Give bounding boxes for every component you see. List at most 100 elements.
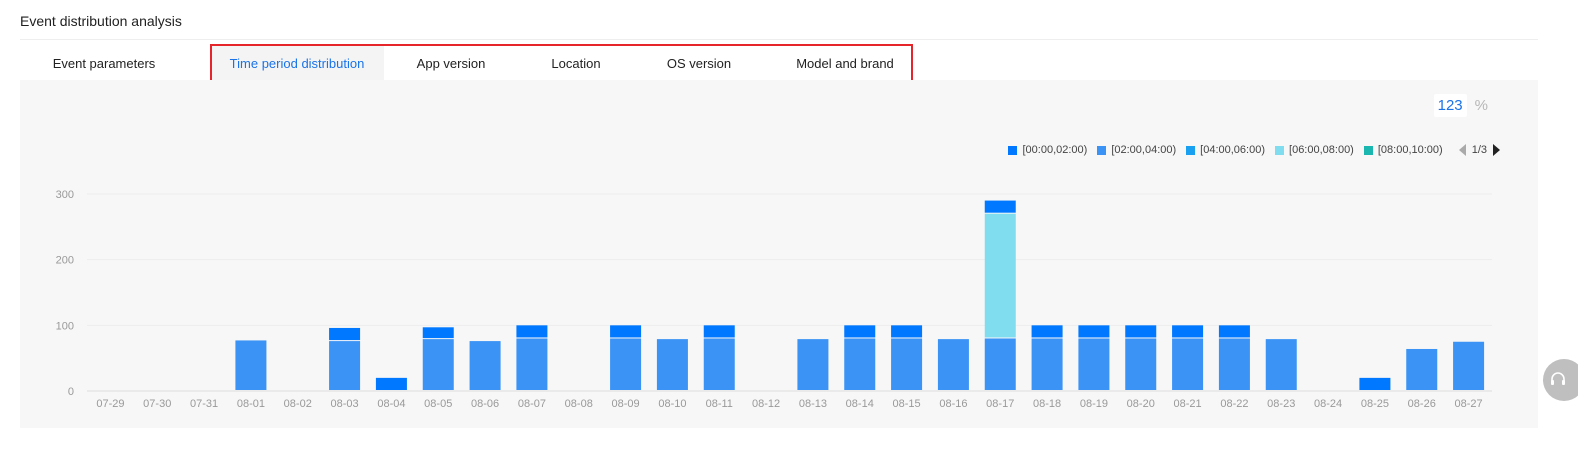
x-tick-label: 08-03 [331, 398, 359, 410]
tab-bar: Event parameters Time period distributio… [20, 45, 1538, 80]
legend-swatch [1186, 145, 1196, 155]
y-tick-label: 100 [56, 320, 74, 332]
legend-pager: 1/3 [1458, 144, 1500, 156]
bar-segment[interactable] [422, 327, 454, 339]
legend-swatch [1275, 145, 1285, 155]
x-tick-label: 08-14 [846, 398, 874, 410]
bar-segment[interactable] [1265, 339, 1297, 390]
x-tick-label: 08-04 [377, 398, 405, 410]
bar-segment[interactable] [891, 325, 923, 338]
x-tick-label: 08-16 [939, 398, 967, 410]
legend-item[interactable]: [04:00,06:00) [1186, 144, 1265, 156]
bar-segment[interactable] [984, 213, 1016, 338]
tab-location[interactable]: Location [525, 45, 627, 80]
bar-segment[interactable] [1406, 348, 1438, 390]
chart-panel: 0 100 200 300 07-29 07-30 07-31 08-01 08-02 08-03… [20, 80, 1538, 428]
y-tick-label: 200 [56, 255, 74, 267]
bar-segment[interactable] [610, 338, 642, 390]
legend-prev-icon[interactable] [1458, 144, 1466, 156]
bar-segment[interactable] [1218, 325, 1250, 338]
x-tick-label: 07-30 [143, 398, 171, 410]
bar-segment[interactable] [329, 341, 361, 390]
absolute-value-toggle[interactable]: 123 [1433, 94, 1467, 117]
bar-segment[interactable] [1218, 338, 1250, 390]
legend-label: [04:00,06:00) [1200, 144, 1266, 156]
x-tick-label: 08-12 [752, 398, 780, 410]
x-tick-label: 08-10 [658, 398, 686, 410]
bar-segment[interactable] [703, 338, 735, 390]
bar-segment[interactable] [984, 200, 1016, 213]
legend-swatch [1097, 145, 1107, 155]
headset-icon [1551, 372, 1565, 385]
legend-swatch [1008, 145, 1018, 155]
bar-segment[interactable] [1078, 325, 1110, 338]
legend-label: [02:00,04:00) [1111, 144, 1177, 156]
percentage-toggle[interactable]: % [1475, 97, 1488, 114]
bar-segment[interactable] [235, 340, 267, 390]
y-tick-label: 0 [68, 386, 74, 398]
legend-next-icon[interactable] [1493, 144, 1500, 156]
bar-segment[interactable] [891, 338, 923, 390]
legend-swatch [1363, 145, 1373, 155]
bar-segment[interactable] [1359, 377, 1391, 390]
legend-label: [06:00,08:00) [1289, 144, 1354, 156]
legend-item[interactable]: [02:00,04:00) [1097, 144, 1176, 156]
x-tick-label: 08-08 [565, 398, 593, 410]
legend-item[interactable]: [00:00,02:00) [1008, 144, 1087, 156]
bar-segment[interactable] [1125, 325, 1157, 338]
chart-legend: [00:00,02:00) [02:00,04:00) [04:00,06:00… [1008, 144, 1500, 156]
x-tick-label: 08-22 [1220, 398, 1248, 410]
tab-time-period-distribution[interactable]: Time period distribution [210, 45, 384, 80]
bar-segment[interactable] [329, 327, 361, 341]
bar-segment[interactable] [844, 325, 876, 338]
bar-segment[interactable] [937, 339, 969, 390]
x-tick-label: 08-19 [1080, 398, 1108, 410]
x-tick-label: 08-05 [424, 398, 452, 410]
bar-segment[interactable] [656, 339, 688, 390]
bar-segment[interactable] [1031, 338, 1063, 390]
x-tick-label: 08-11 [706, 398, 733, 410]
bar-segment[interactable] [1031, 325, 1063, 338]
bar-segment[interactable] [797, 339, 829, 390]
value-mode-toggle: 123 % [1433, 94, 1488, 117]
x-tick-label: 08-20 [1127, 398, 1155, 410]
bar-segment[interactable] [375, 377, 407, 390]
tab-event-parameters[interactable]: Event parameters [20, 45, 188, 80]
title-divider [20, 39, 1538, 40]
y-tick-label: 300 [56, 189, 74, 201]
bar-segment[interactable] [1172, 338, 1204, 390]
tab-os-version[interactable]: OS version [644, 45, 754, 80]
bar-segment[interactable] [703, 325, 735, 338]
stacked-bar-chart: 0 100 200 300 07-29 07-30 07-31 08-01 08-02 08-03… [56, 189, 1492, 410]
legend-page-indicator: 1/3 [1471, 144, 1487, 156]
tab-model-and-brand[interactable]: Model and brand [780, 45, 910, 80]
customer-support-button[interactable] [1543, 359, 1578, 401]
bar-segment[interactable] [422, 339, 454, 390]
bar-segment[interactable] [516, 325, 548, 338]
bar-segment[interactable] [516, 338, 548, 390]
bar-segment[interactable] [1078, 338, 1110, 390]
legend-item[interactable]: [06:00,08:00) [1275, 144, 1354, 156]
section-title: Event distribution analysis [20, 13, 182, 29]
bar-segment[interactable] [1172, 325, 1204, 338]
bar-segment[interactable] [1125, 338, 1157, 390]
x-tick-label: 08-25 [1361, 398, 1389, 410]
bar-segment[interactable] [844, 338, 876, 390]
x-tick-label: 08-13 [799, 398, 827, 410]
legend-item[interactable]: [08:00,10:00) [1363, 144, 1443, 156]
bar-segment[interactable] [1453, 341, 1485, 390]
x-tick-label: 08-15 [893, 398, 921, 410]
x-tick-label: 08-26 [1408, 398, 1436, 410]
bar-segment[interactable] [984, 338, 1016, 390]
x-tick-label: 08-06 [471, 398, 499, 410]
bar-segment[interactable] [610, 325, 642, 338]
x-tick-label: 08-02 [284, 398, 312, 410]
bar-segment[interactable] [469, 341, 501, 390]
tab-app-version[interactable]: App version [392, 45, 510, 80]
x-tick-label: 08-27 [1455, 398, 1483, 410]
x-tick-label: 07-31 [190, 398, 218, 410]
x-tick-label: 08-07 [518, 398, 546, 410]
x-tick-label: 08-09 [612, 398, 640, 410]
x-tick-label: 08-21 [1174, 398, 1202, 410]
legend-label: [00:00,02:00) [1022, 144, 1088, 156]
